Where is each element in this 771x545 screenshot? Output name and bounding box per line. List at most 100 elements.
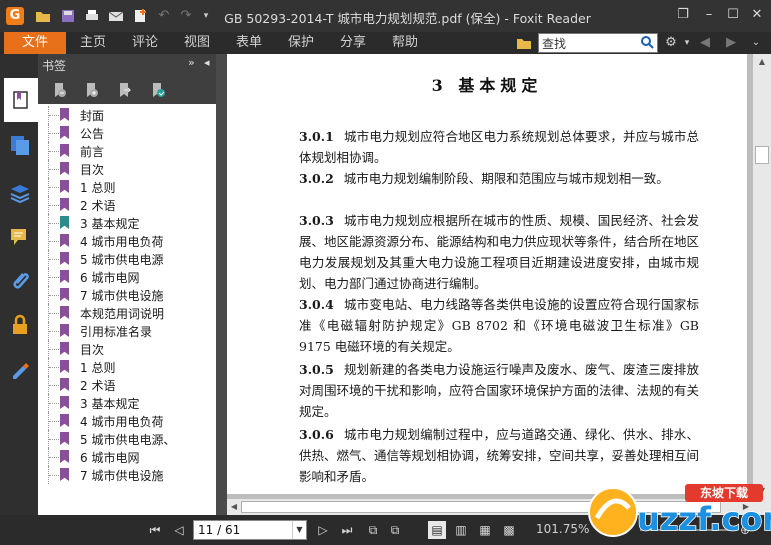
title-bar: G ↶ ↷ ▾ GB 50293-2014-T 城市电力规划规范.pdf (保全…	[0, 0, 771, 32]
menu-protect[interactable]: 保护	[288, 32, 314, 54]
bookmarks-tab[interactable]	[4, 78, 38, 122]
settings-dropdown-icon[interactable]: ▾	[678, 34, 696, 52]
scroll-left-icon[interactable]: ◀	[227, 499, 241, 515]
page-indicator: 11 / 61	[198, 523, 241, 537]
last-page-icon[interactable]: ⏭	[338, 521, 356, 539]
page-dropdown-icon[interactable]: ▼	[292, 521, 306, 539]
print-icon[interactable]	[84, 8, 100, 24]
menu-file[interactable]: 文件	[4, 32, 66, 54]
bookmark-label: 公告	[80, 127, 105, 141]
bookmark-label: 目次	[80, 343, 105, 357]
vertical-scrollbar[interactable]: ▲ ▼	[753, 54, 771, 499]
paragraph-text: 规划新建的各类电力设施运行噪声及废水、废气、废渣三废排放对周围环境的干扰和影响，…	[299, 362, 700, 419]
bookmark-item[interactable]: 2 术语	[38, 196, 216, 214]
bookmark-flag-icon	[60, 468, 69, 481]
menu-view[interactable]: 视图	[184, 32, 210, 54]
bookmark-item[interactable]: 7 城市供电设施	[38, 466, 216, 484]
bookmark-flag-icon	[60, 342, 69, 355]
bookmark-item[interactable]: 目次	[38, 340, 216, 358]
expand-panel-icon[interactable]: »	[188, 56, 195, 69]
window-title: GB 50293-2014-T 城市电力规划规范.pdf (保全) - Foxi…	[224, 11, 591, 26]
menu-form[interactable]: 表单	[236, 32, 262, 54]
menu-home[interactable]: 主页	[80, 32, 106, 54]
search-icon[interactable]	[640, 35, 654, 49]
document-view[interactable]: 3 基本规定 3.0.1 城市电力规划应符合地区电力系统规划总体要求，并应与城市总…	[227, 54, 753, 499]
page-number-field[interactable]: 11 / 61 ▼	[193, 520, 307, 540]
tree-connector	[48, 358, 60, 376]
bookmark-item[interactable]: 1 总则	[38, 178, 216, 196]
email-icon[interactable]	[108, 8, 124, 24]
bookmark-label: 前言	[80, 145, 105, 159]
first-page-icon[interactable]: ⏮	[146, 521, 164, 539]
maximize-button[interactable]: ☐	[722, 5, 744, 25]
add-bookmark-icon[interactable]	[82, 81, 100, 99]
back-icon[interactable]: ◀	[696, 34, 714, 52]
vertical-scroll-thumb[interactable]	[755, 146, 769, 164]
bookmark-item[interactable]: 4 城市用电负荷	[38, 232, 216, 250]
bookmark-item[interactable]: 前言	[38, 142, 216, 160]
ribbon-collapse-icon[interactable]: ⌄	[747, 34, 765, 52]
bookmark-item[interactable]: 3 基本规定	[38, 214, 216, 232]
lock-icon[interactable]	[9, 314, 31, 336]
next-view-icon[interactable]: ⧉	[386, 521, 404, 539]
bookmark-item[interactable]: 3 基本规定	[38, 394, 216, 412]
scroll-up-icon[interactable]: ▲	[753, 54, 771, 70]
signature-icon[interactable]	[9, 358, 31, 380]
bookmark-item[interactable]: 1 总则	[38, 358, 216, 376]
foxit-logo-icon[interactable]: G	[6, 7, 24, 25]
bookmark-item[interactable]: 6 城市电网	[38, 448, 216, 466]
goto-bookmark-icon[interactable]	[115, 81, 133, 99]
single-page-icon[interactable]: ▤	[428, 521, 446, 539]
bookmark-label: 4 城市用电负荷	[80, 415, 164, 429]
menu-comment[interactable]: 评论	[132, 32, 158, 54]
bookmark-item[interactable]: 目次	[38, 160, 216, 178]
bookmark-label: 6 城市电网	[80, 451, 140, 465]
forward-icon[interactable]: ▶	[722, 34, 740, 52]
bookmark-item[interactable]: 5 城市供电电源、	[38, 430, 216, 448]
paragraph-text: 城市电力规划编制过程中，应与道路交通、绿化、供水、排水、供热、燃气、通信等规划相…	[299, 427, 700, 484]
open-folder-icon[interactable]	[35, 8, 51, 24]
find-folder-icon[interactable]	[515, 34, 533, 52]
pages-icon[interactable]	[9, 134, 31, 156]
continuous-icon[interactable]: ▥	[452, 521, 470, 539]
search-box[interactable]	[538, 33, 658, 53]
attachment-icon[interactable]	[9, 270, 31, 292]
bookmark-properties-icon[interactable]	[148, 81, 166, 99]
layers-icon[interactable]	[9, 182, 31, 204]
previous-page-icon[interactable]: ◁	[170, 521, 188, 539]
paragraph-text: 城市变电站、电力线路等各类供电设施的设置应符合现行国家标准《电磁辐射防护规定》G…	[299, 297, 699, 354]
restore-icon[interactable]: ❐	[672, 5, 694, 25]
redo-icon[interactable]: ↷	[178, 8, 194, 24]
bookmark-item[interactable]: 引用标准名录	[38, 322, 216, 340]
menu-help[interactable]: 帮助	[392, 32, 418, 54]
bookmark-item[interactable]: 公告	[38, 124, 216, 142]
next-page-icon[interactable]: ▷	[314, 521, 332, 539]
bookmark-item[interactable]: 6 城市电网	[38, 268, 216, 286]
new-pdf-icon[interactable]	[132, 8, 148, 24]
tree-connector	[48, 340, 60, 358]
paragraph-text: 城市电力规划应符合地区电力系统规划总体要求，并应与城市总体规划相协调。	[299, 129, 699, 165]
panel-splitter[interactable]	[216, 54, 227, 515]
bookmark-item[interactable]: 2 术语	[38, 376, 216, 394]
undo-icon[interactable]: ↶	[156, 8, 172, 24]
comments-icon[interactable]	[9, 226, 31, 248]
save-icon[interactable]	[60, 8, 76, 24]
close-button[interactable]: ✕	[746, 5, 768, 25]
minimize-button[interactable]: –	[698, 5, 720, 25]
watermark-logo-text: uzzf.com	[637, 500, 771, 538]
bookmark-item[interactable]: 5 城市供电电源	[38, 250, 216, 268]
pdf-page: 3 基本规定 3.0.1 城市电力规划应符合地区电力系统规划总体要求，并应与城市总…	[227, 54, 747, 494]
delete-bookmark-icon[interactable]	[50, 81, 68, 99]
bookmark-flag-icon	[60, 306, 69, 319]
continuous-facing-icon[interactable]: ▩	[500, 521, 518, 539]
bookmark-item[interactable]: 本规范用词说明	[38, 304, 216, 322]
facing-icon[interactable]: ▦	[476, 521, 494, 539]
tree-connector	[48, 286, 60, 304]
collapse-panel-icon[interactable]: ◂	[204, 56, 210, 69]
bookmark-item[interactable]: 7 城市供电设施	[38, 286, 216, 304]
previous-view-icon[interactable]: ⧉	[364, 521, 382, 539]
search-input[interactable]	[539, 34, 639, 52]
bookmark-item[interactable]: 封面	[38, 106, 216, 124]
menu-share[interactable]: 分享	[340, 32, 366, 54]
bookmark-item[interactable]: 4 城市用电负荷	[38, 412, 216, 430]
